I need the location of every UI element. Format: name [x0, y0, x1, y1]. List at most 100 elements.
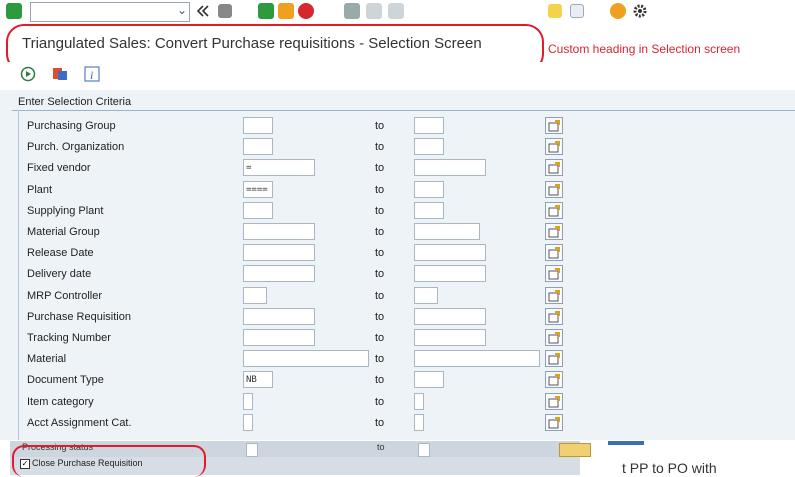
- selection-row: Acct Assignment Cat. to: [0, 413, 795, 435]
- high-value-input[interactable]: [414, 117, 444, 134]
- find-icon[interactable]: [366, 3, 382, 19]
- multiple-selection-icon: [548, 268, 560, 280]
- high-value-input[interactable]: [414, 371, 444, 389]
- multiple-selection-button[interactable]: [545, 180, 563, 198]
- high-value-input[interactable]: [414, 201, 444, 219]
- help-icon[interactable]: [610, 3, 626, 19]
- low-value-input[interactable]: [243, 350, 369, 368]
- low-value-input[interactable]: [243, 286, 267, 304]
- high-value-input[interactable]: [414, 244, 486, 262]
- low-value-input[interactable]: [243, 201, 273, 219]
- high-value-input[interactable]: [414, 413, 424, 431]
- multiple-selection-button[interactable]: [545, 244, 563, 262]
- high-value-input[interactable]: [414, 329, 486, 346]
- field-label: Item category: [27, 395, 94, 408]
- back-icon[interactable]: [196, 4, 210, 18]
- multiple-selection-button[interactable]: [545, 265, 563, 283]
- processing-status-low[interactable]: [246, 443, 258, 457]
- selection-row: Fixed vendor = to: [0, 159, 795, 180]
- high-value-input[interactable]: [414, 265, 486, 283]
- multiple-selection-button[interactable]: [545, 159, 563, 177]
- cancel-icon[interactable]: [298, 3, 314, 19]
- exit-icon[interactable]: [278, 3, 294, 19]
- field-label: Tracking Number: [27, 332, 111, 344]
- multiple-selection-button[interactable]: [545, 138, 563, 156]
- to-label: to: [375, 141, 385, 154]
- settings-icon[interactable]: [632, 3, 648, 19]
- low-value-input[interactable]: [243, 413, 253, 431]
- field-label: Delivery date: [27, 268, 92, 281]
- processing-status-high[interactable]: [418, 443, 430, 457]
- title-bar: Triangulated Sales: Convert Purchase req…: [0, 24, 795, 72]
- multiple-selection-icon: [548, 332, 560, 344]
- low-value-input[interactable]: [243, 117, 273, 134]
- multiple-selection-button[interactable]: [545, 223, 563, 240]
- chevron-down-icon[interactable]: ⌄: [177, 3, 187, 17]
- high-value-input[interactable]: [414, 286, 438, 304]
- low-value-input[interactable]: [243, 392, 253, 410]
- back-green-icon[interactable]: [258, 3, 274, 19]
- selection-row: MRP Controller to: [0, 286, 795, 308]
- command-field[interactable]: ⌄: [30, 2, 190, 22]
- check-icon[interactable]: [6, 3, 22, 19]
- selection-row: Purchase Requisition to: [0, 307, 795, 329]
- multiple-selection-button[interactable]: [559, 443, 591, 457]
- low-value-input[interactable]: =: [243, 159, 315, 177]
- low-value-input[interactable]: [243, 329, 315, 346]
- low-value-input[interactable]: [243, 307, 315, 325]
- background-text: t PP to PO with: [622, 460, 717, 476]
- multiple-selection-button[interactable]: [545, 286, 563, 304]
- selection-row: Delivery date to: [0, 265, 795, 286]
- find-next-icon[interactable]: [388, 3, 404, 19]
- execute-icon[interactable]: [20, 66, 36, 82]
- multiple-selection-button[interactable]: [545, 329, 563, 346]
- low-value-input[interactable]: [243, 138, 273, 156]
- info-icon[interactable]: i: [84, 66, 100, 82]
- print-icon[interactable]: [344, 3, 360, 19]
- multiple-selection-button[interactable]: [545, 117, 563, 134]
- to-label: to: [375, 353, 385, 366]
- low-value-input[interactable]: [243, 265, 315, 283]
- field-label: Supplying Plant: [27, 204, 104, 217]
- high-value-input[interactable]: [414, 180, 444, 198]
- field-label: Document Type: [27, 374, 104, 387]
- to-label: to: [375, 162, 385, 175]
- selection-row: Material Group to: [0, 223, 795, 244]
- multiple-selection-icon: [548, 310, 560, 323]
- section-title: Enter Selection Criteria: [18, 96, 132, 108]
- low-value-input[interactable]: NB: [243, 371, 273, 389]
- high-value-input[interactable]: [414, 392, 424, 410]
- field-label: Acct Assignment Cat.: [27, 416, 132, 429]
- to-label: to: [377, 442, 385, 452]
- multiple-selection-icon: [548, 183, 560, 196]
- selection-row: Material to: [0, 350, 795, 371]
- multiple-selection-icon: [548, 374, 560, 386]
- multiple-selection-button[interactable]: [545, 413, 563, 431]
- application-toolbar: i: [0, 62, 795, 86]
- high-value-input[interactable]: [414, 138, 444, 156]
- create-session-icon[interactable]: [548, 4, 562, 18]
- to-label: to: [375, 332, 385, 344]
- high-value-input[interactable]: [414, 223, 480, 240]
- variant-icon[interactable]: [52, 66, 68, 82]
- multiple-selection-icon: [548, 416, 560, 429]
- multiple-selection-button[interactable]: [545, 371, 563, 389]
- to-label: to: [375, 416, 385, 429]
- to-label: to: [375, 310, 385, 323]
- multiple-selection-button[interactable]: [545, 201, 563, 219]
- annotation-text: Custom heading in Selection screen: [548, 42, 741, 56]
- low-value-input[interactable]: ====: [243, 180, 273, 198]
- shortcut-icon[interactable]: [570, 4, 584, 18]
- high-value-input[interactable]: [414, 159, 486, 177]
- low-value-input[interactable]: [243, 223, 315, 240]
- multiple-selection-button[interactable]: [545, 307, 563, 325]
- multiple-selection-button[interactable]: [545, 392, 563, 410]
- low-value-input[interactable]: [243, 244, 315, 262]
- multiple-selection-button[interactable]: [545, 350, 563, 368]
- to-label: to: [375, 268, 385, 281]
- field-label: Release Date: [27, 247, 94, 260]
- high-value-input[interactable]: [414, 307, 486, 325]
- to-label: to: [375, 204, 385, 217]
- save-icon[interactable]: [218, 4, 232, 18]
- high-value-input[interactable]: [414, 350, 540, 368]
